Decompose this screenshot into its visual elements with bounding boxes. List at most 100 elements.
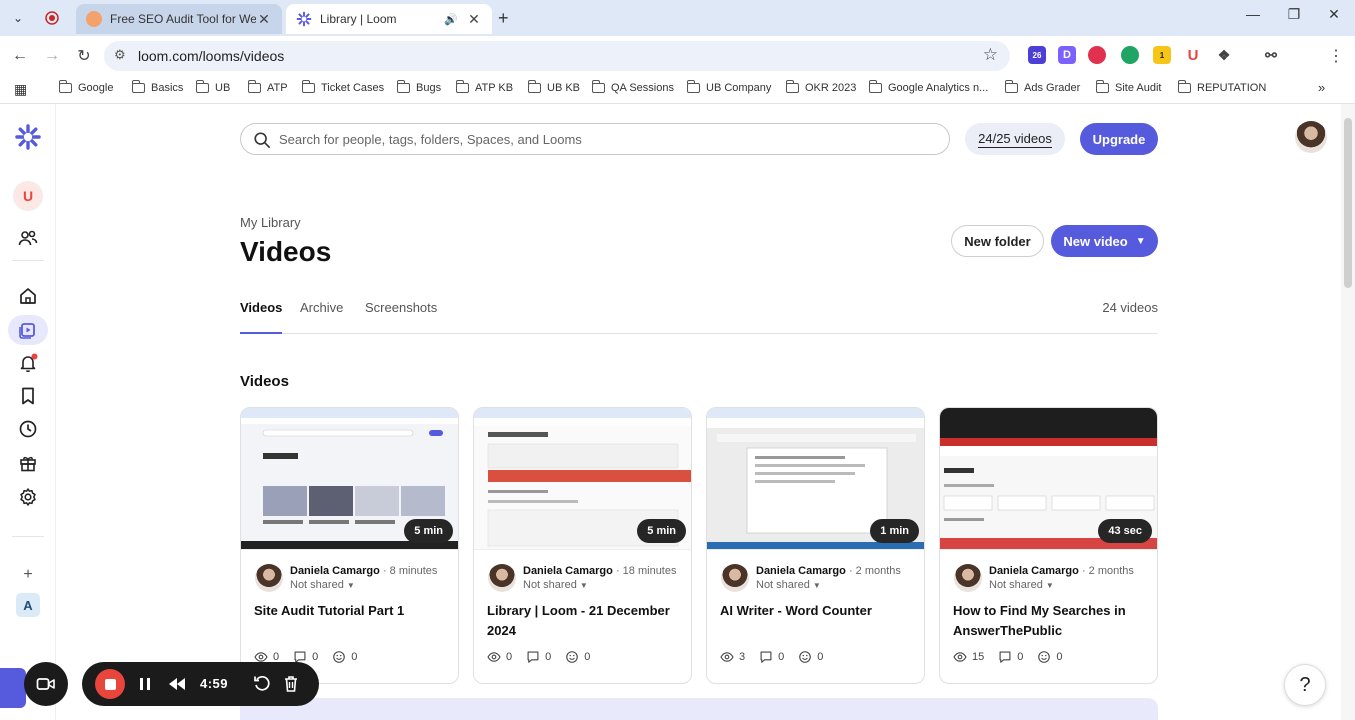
camera-toggle-button[interactable] bbox=[24, 662, 68, 706]
bookmark-reputation[interactable]: REPUTATION bbox=[1178, 80, 1266, 94]
workspace-initial: U bbox=[22, 188, 34, 204]
bookmark-google-analytics[interactable]: Google Analytics n... bbox=[869, 80, 988, 94]
restart-icon[interactable] bbox=[254, 675, 270, 693]
extension-notes-icon[interactable]: 1 bbox=[1153, 46, 1171, 64]
promo-banner bbox=[240, 698, 1158, 720]
bookmark-okr-2023[interactable]: OKR 2023 bbox=[786, 80, 856, 94]
bookmark-ub-company[interactable]: UB Company bbox=[687, 80, 771, 94]
video-thumbnail[interactable]: 5 min bbox=[474, 408, 691, 550]
page-scrollbar[interactable] bbox=[1341, 104, 1355, 720]
extension-u-icon[interactable]: U bbox=[1184, 46, 1202, 64]
extension-d-icon[interactable]: D bbox=[1058, 46, 1076, 64]
extension-badge-icon[interactable]: 26 bbox=[1028, 46, 1046, 64]
bookmark-bugs[interactable]: Bugs bbox=[397, 80, 441, 94]
video-thumbnail[interactable]: 5 min bbox=[241, 408, 458, 550]
bookmark-icon[interactable] bbox=[14, 382, 42, 410]
reload-icon[interactable]: ↻ bbox=[72, 44, 96, 68]
forward-arrow-icon[interactable]: → bbox=[40, 44, 64, 68]
rail-divider bbox=[12, 260, 44, 261]
speaker-icon[interactable]: 🔊 bbox=[444, 13, 458, 26]
video-card[interactable]: 1 min Daniela Camargo · 2 months Not sha… bbox=[706, 407, 925, 684]
gift-icon[interactable] bbox=[14, 449, 42, 477]
chrome-labs-icon[interactable]: ⚯ bbox=[1262, 46, 1280, 64]
home-icon[interactable] bbox=[14, 282, 42, 310]
bookmark-basics[interactable]: Basics bbox=[132, 80, 183, 94]
more-bookmarks-icon[interactable]: » bbox=[1318, 80, 1325, 95]
section-title: Videos bbox=[240, 373, 289, 390]
apps-grid-icon[interactable]: ▦ bbox=[14, 81, 27, 98]
share-status[interactable]: Not shared ▼ bbox=[290, 579, 355, 591]
history-clock-icon[interactable] bbox=[14, 415, 42, 443]
site-info-icon[interactable]: ⚙ bbox=[114, 47, 126, 63]
workspace-avatar[interactable]: U bbox=[13, 181, 43, 211]
video-title[interactable]: Site Audit Tutorial Part 1 bbox=[254, 601, 454, 621]
tab-loom-library[interactable]: Library | Loom 🔊 ✕ bbox=[286, 4, 492, 34]
share-status[interactable]: Not shared ▼ bbox=[756, 579, 821, 591]
reactions-smile-icon bbox=[333, 651, 346, 663]
minimize-icon[interactable]: — bbox=[1241, 6, 1265, 22]
new-video-button[interactable]: New video ▼ bbox=[1051, 225, 1158, 257]
stop-recording-button[interactable] bbox=[95, 669, 125, 699]
restore-icon[interactable]: ❐ bbox=[1282, 6, 1306, 23]
new-tab-plus-icon[interactable]: + bbox=[498, 8, 509, 29]
folder-icon bbox=[1096, 80, 1109, 93]
tab-search-chevron-icon[interactable]: ⌄ bbox=[8, 8, 28, 28]
share-status[interactable]: Not shared ▼ bbox=[523, 579, 588, 591]
bookmark-label: UB bbox=[215, 82, 231, 94]
close-icon[interactable]: ✕ bbox=[466, 11, 482, 28]
new-folder-button[interactable]: New folder bbox=[951, 225, 1044, 257]
bookmark-star-icon[interactable]: ☆ bbox=[983, 45, 998, 65]
video-title[interactable]: How to Find My Searches in AnswerThePubl… bbox=[953, 601, 1153, 641]
rewind-icon[interactable] bbox=[168, 677, 186, 691]
scrollbar-thumb[interactable] bbox=[1344, 118, 1352, 288]
recorder-side-tab[interactable] bbox=[0, 668, 26, 708]
folder-icon bbox=[248, 80, 261, 93]
notifications-bell-icon[interactable] bbox=[14, 349, 42, 377]
video-card[interactable]: 43 sec Daniela Camargo · 2 months Not sh… bbox=[939, 407, 1158, 684]
search-input[interactable]: Search for people, tags, folders, Spaces… bbox=[240, 123, 950, 155]
bookmark-ub-kb[interactable]: UB KB bbox=[528, 80, 580, 94]
upgrade-button[interactable]: Upgrade bbox=[1080, 123, 1158, 155]
loom-logo-icon[interactable] bbox=[14, 123, 42, 151]
extension-green-icon[interactable] bbox=[1121, 46, 1139, 64]
extension-red-icon[interactable] bbox=[1088, 46, 1106, 64]
tab-screenshots[interactable]: Screenshots bbox=[365, 300, 437, 334]
extensions-puzzle-icon[interactable]: ❖ bbox=[1215, 46, 1233, 64]
video-quota-link[interactable]: 24/25 videos bbox=[965, 123, 1065, 155]
record-indicator-icon[interactable] bbox=[42, 8, 62, 28]
window-close-icon[interactable]: ✕ bbox=[1322, 6, 1346, 23]
video-thumbnail[interactable]: 1 min bbox=[707, 408, 924, 550]
video-card[interactable]: 5 min Daniela Camargo · 8 minutes Not sh… bbox=[240, 407, 459, 684]
close-icon[interactable]: ✕ bbox=[256, 11, 272, 28]
tab-archive[interactable]: Archive bbox=[300, 300, 343, 334]
tab-videos[interactable]: Videos bbox=[240, 300, 283, 334]
bookmark-ub[interactable]: UB bbox=[196, 80, 231, 94]
breadcrumb[interactable]: My Library bbox=[240, 215, 301, 230]
help-button[interactable]: ? bbox=[1284, 664, 1326, 706]
add-workspace-plus-icon[interactable]: + bbox=[14, 561, 42, 589]
video-meta: Daniela Camargo · 2 months Not shared ▼ bbox=[954, 564, 1149, 594]
back-arrow-icon[interactable]: ← bbox=[8, 44, 32, 68]
bookmark-ads-grader[interactable]: Ads Grader bbox=[1005, 80, 1080, 94]
bookmark-atp-kb[interactable]: ATP KB bbox=[456, 80, 513, 94]
trash-icon[interactable] bbox=[283, 675, 299, 693]
library-icon[interactable] bbox=[8, 315, 48, 345]
video-title[interactable]: AI Writer - Word Counter bbox=[720, 601, 920, 621]
workspace-a-icon[interactable]: A bbox=[16, 593, 40, 617]
address-bar[interactable]: ⚙ loom.com/looms/videos ☆ bbox=[104, 41, 1010, 71]
settings-gear-icon[interactable] bbox=[14, 483, 42, 511]
pause-icon[interactable] bbox=[139, 677, 151, 691]
share-status[interactable]: Not shared ▼ bbox=[989, 579, 1054, 591]
bookmark-ticket-cases[interactable]: Ticket Cases bbox=[302, 80, 384, 94]
video-card[interactable]: 5 min Daniela Camargo · 18 minutes Not s… bbox=[473, 407, 692, 684]
kebab-menu-icon[interactable]: ⋮ bbox=[1324, 44, 1348, 68]
bookmark-google[interactable]: Google bbox=[59, 80, 113, 94]
video-title[interactable]: Library | Loom - 21 December 2024 bbox=[487, 601, 687, 641]
user-avatar[interactable] bbox=[1295, 121, 1327, 153]
members-icon[interactable] bbox=[14, 224, 42, 252]
bookmark-site-audit[interactable]: Site Audit bbox=[1096, 80, 1161, 94]
bookmark-atp[interactable]: ATP bbox=[248, 80, 288, 94]
video-thumbnail[interactable]: 43 sec bbox=[940, 408, 1157, 550]
tab-seo-audit[interactable]: Free SEO Audit Tool for Websites ✕ bbox=[76, 4, 282, 34]
bookmark-qa-sessions[interactable]: QA Sessions bbox=[592, 80, 674, 94]
